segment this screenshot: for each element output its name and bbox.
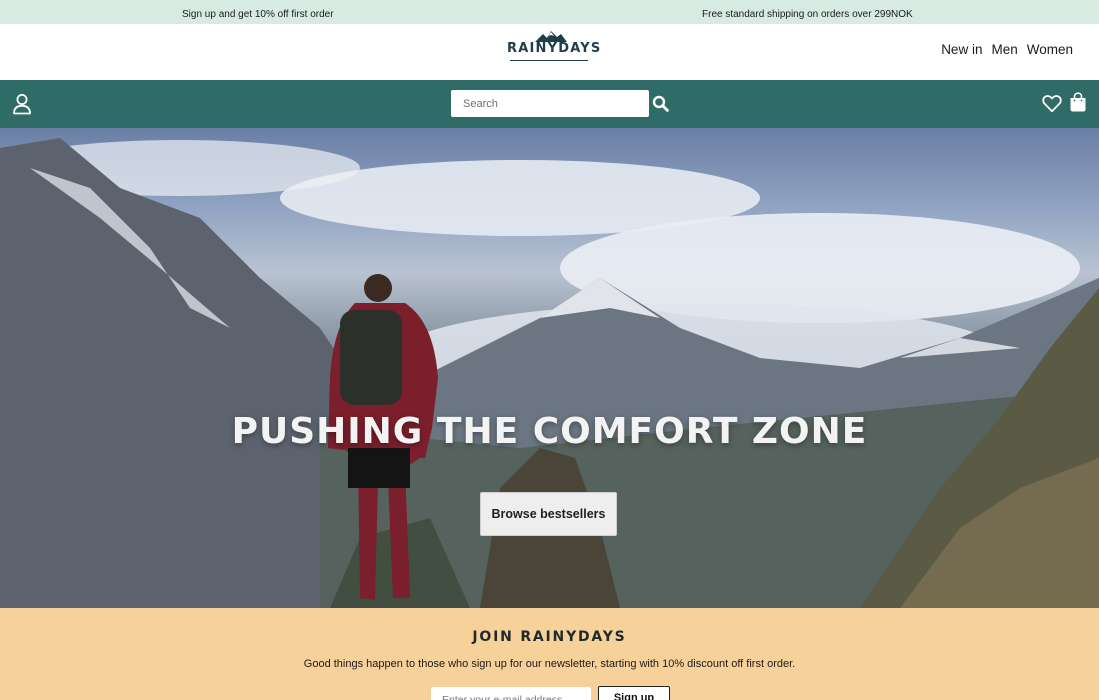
nav-men[interactable]: Men — [991, 42, 1017, 57]
email-field[interactable] — [431, 687, 591, 700]
promo-bar: Sign up and get 10% off first order Free… — [0, 0, 1099, 24]
main-nav: New in Men Women — [941, 42, 1073, 57]
nav-women[interactable]: Women — [1027, 42, 1073, 57]
search-button[interactable] — [652, 95, 669, 112]
hero-mountain-image — [0, 138, 1099, 608]
newsletter-section: JOIN RAINYDAYS Good things happen to tho… — [0, 608, 1099, 700]
account-icon — [13, 94, 31, 115]
account-button[interactable] — [12, 93, 32, 115]
search-bar — [0, 80, 1099, 128]
shopping-bag-icon — [1070, 92, 1086, 112]
free-shipping-text: Free standard shipping on orders over 29… — [702, 9, 913, 20]
cart-button[interactable] — [1069, 92, 1087, 112]
wishlist-button[interactable] — [1042, 94, 1062, 113]
signup-offer-text: Sign up and get 10% off first order — [182, 9, 334, 20]
site-header: RAINYDAYS New in Men Women — [0, 24, 1099, 80]
newsletter-description: Good things happen to those who sign up … — [303, 658, 796, 670]
heart-icon — [1042, 95, 1062, 113]
rainydays-logo[interactable]: RAINYDAYS — [507, 28, 602, 64]
logo-text: RAINYDAYS — [507, 41, 602, 56]
browse-bestsellers-button[interactable]: Browse bestsellers — [480, 492, 617, 536]
hero-banner: PUSHING THE COMFORT ZONE Browse bestsell… — [0, 128, 1099, 608]
hero-title: PUSHING THE COMFORT ZONE — [231, 411, 868, 452]
signup-button[interactable]: Sign up — [598, 686, 670, 700]
search-icon — [652, 95, 669, 112]
nav-new-in[interactable]: New in — [941, 42, 982, 57]
logo-underline — [510, 60, 588, 61]
search-input[interactable] — [451, 90, 649, 117]
newsletter-title: JOIN RAINYDAYS — [472, 629, 627, 645]
